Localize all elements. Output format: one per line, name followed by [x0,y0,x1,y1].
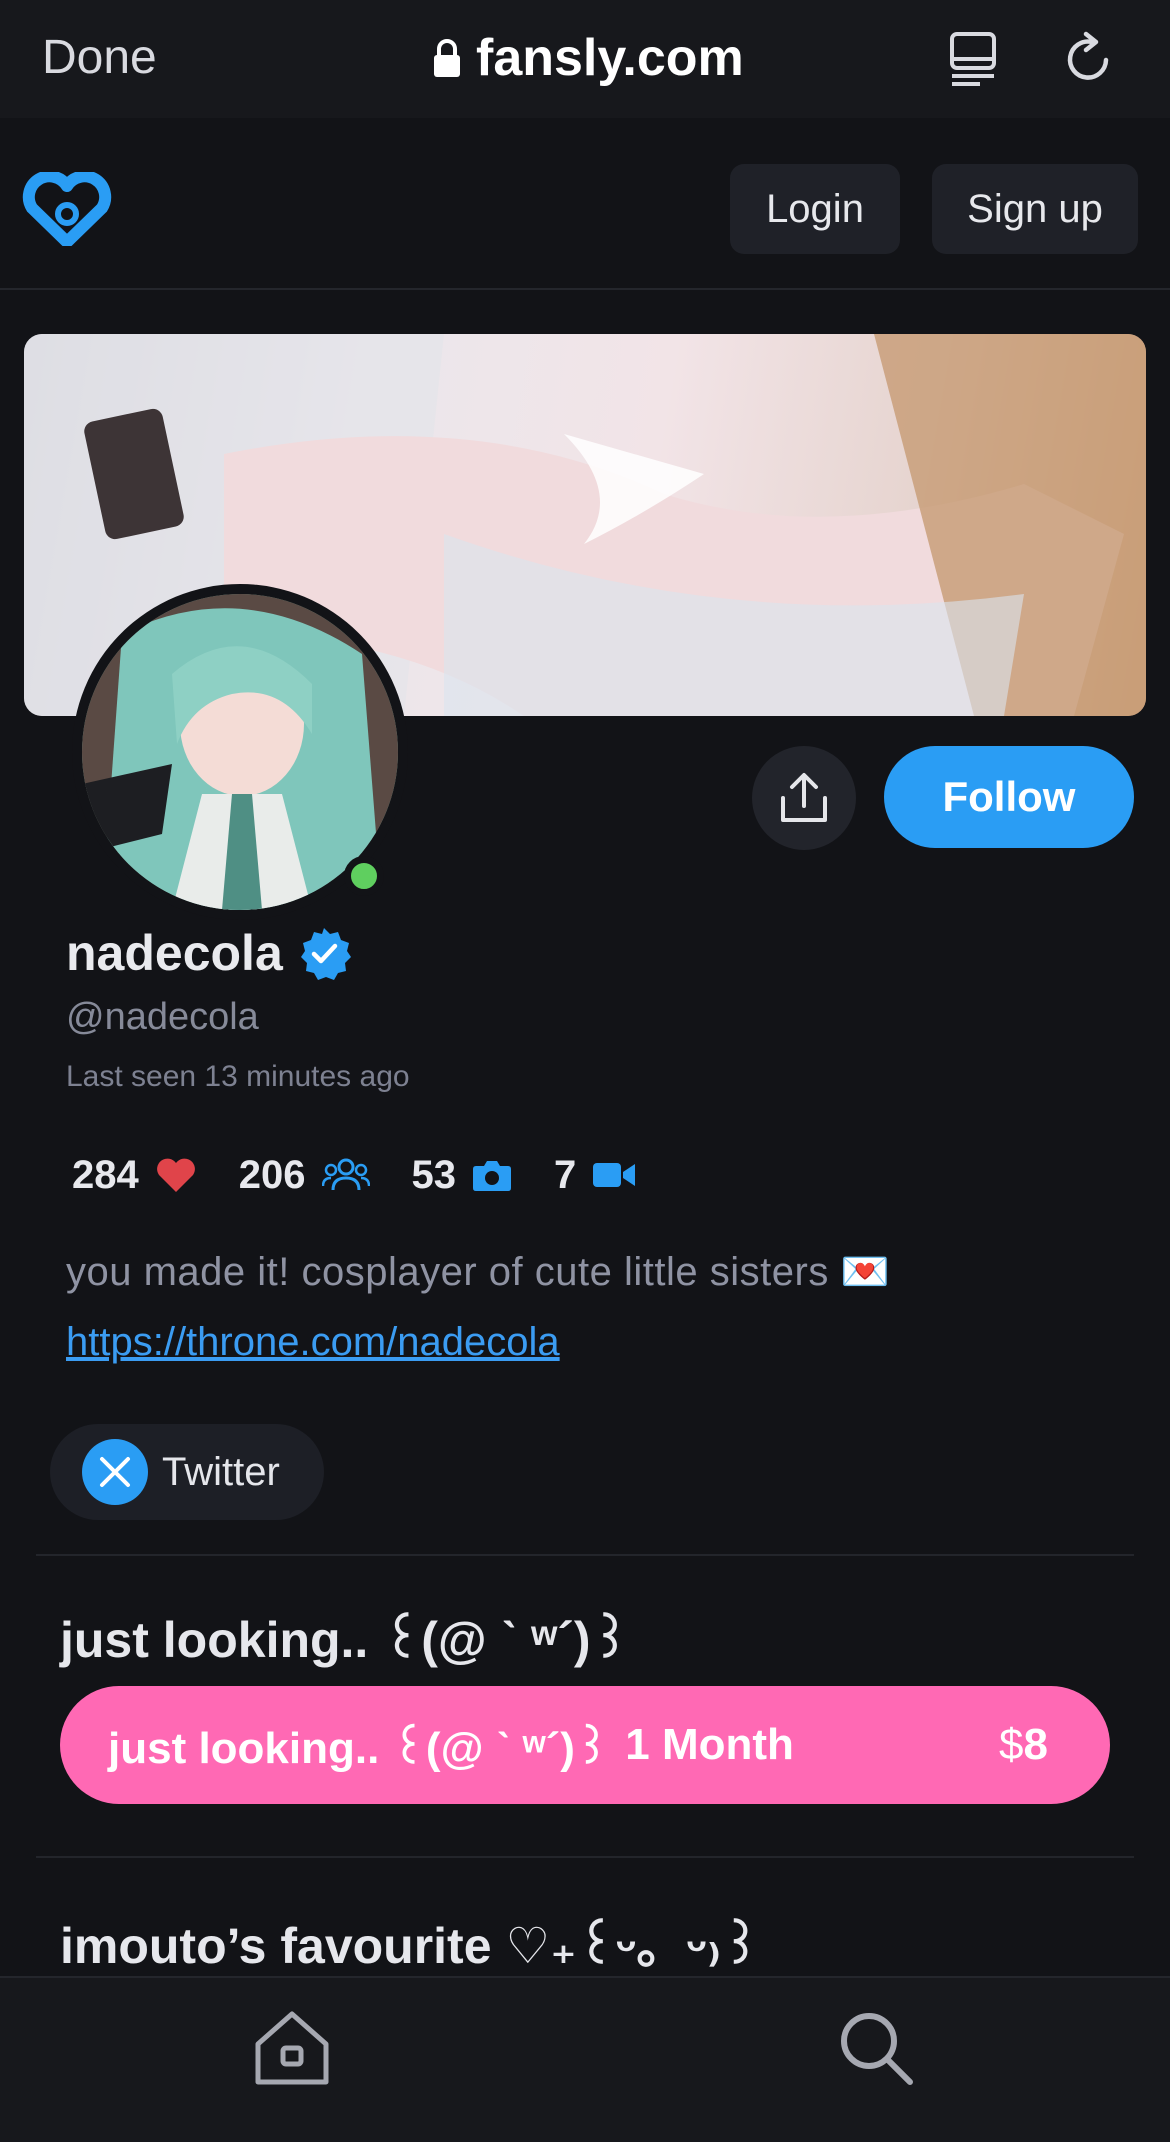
profile-stats: 284 206 53 7 [72,1148,678,1202]
heart-icon [156,1158,195,1192]
likes-count: 284 [72,1152,139,1197]
last-seen-text: Last seen 13 minutes ago [66,1060,410,1093]
display-name-text: nadecola [66,925,283,981]
twitter-link-button[interactable]: Twitter [50,1424,324,1520]
reload-icon[interactable] [1062,30,1118,86]
url-text: fansly.com [476,29,744,87]
stat-likes: 284 [72,1153,197,1198]
stat-videos: 7 [554,1153,636,1198]
video-icon [593,1163,636,1187]
share-button[interactable] [752,746,856,850]
search-icon[interactable] [836,2008,916,2088]
tier-price: $8 [999,1720,1048,1770]
section-divider [36,1554,1134,1556]
people-icon [321,1158,370,1191]
home-icon[interactable] [250,2008,334,2088]
tier-title: imouto’s favourite ♡₊꒰ᵕ。ᵕ₎꒱ [60,1918,761,1974]
fansly-logo-icon[interactable] [22,172,112,246]
followers-count: 206 [238,1152,306,1197]
photos-count: 53 [411,1152,457,1197]
twitter-label: Twitter [162,1449,280,1494]
tier-price-value: 8 [1023,1720,1048,1769]
subscribe-tier-button[interactable]: just looking.. ꒰(@ ˋ ʷ´)꒱ 1 Month $8 [60,1686,1110,1804]
profile-bio: you made it! cosplayer of cute little si… [66,1250,891,1294]
reader-view-icon[interactable] [948,30,998,86]
camera-icon [473,1161,511,1191]
stat-photos: 53 [412,1153,513,1198]
display-name: nadecola [66,924,351,982]
site-header: Login Sign up [0,118,1170,290]
bottom-navigation [0,1976,1170,2142]
verified-badge-icon [300,928,351,980]
tier-currency: $ [999,1720,1024,1769]
videos-count: 7 [554,1152,577,1197]
follow-button[interactable]: Follow [884,746,1134,848]
stat-followers: 206 [239,1153,370,1198]
login-button[interactable]: Login [730,164,900,254]
lock-icon [434,39,460,77]
online-status-indicator [344,856,384,896]
signup-button[interactable]: Sign up [932,164,1138,254]
section-divider [36,1856,1134,1858]
bio-link[interactable]: https://throne.com/nadecola [66,1320,560,1365]
share-icon [781,773,827,822]
url-bar[interactable]: fansly.com [432,28,744,88]
tier-duration: 1 Month [625,1720,794,1769]
username-handle: @nadecola [66,996,259,1038]
tier-title: just looking.. ꒰(@ ˋ ʷ´)꒱ [60,1612,630,1668]
x-logo-icon [82,1439,148,1505]
tier-button-name: just looking.. ꒰(@ ˋ ʷ´)꒱ [108,1724,610,1773]
done-button[interactable]: Done [42,30,157,85]
browser-toolbar: Done fansly.com [0,0,1170,118]
